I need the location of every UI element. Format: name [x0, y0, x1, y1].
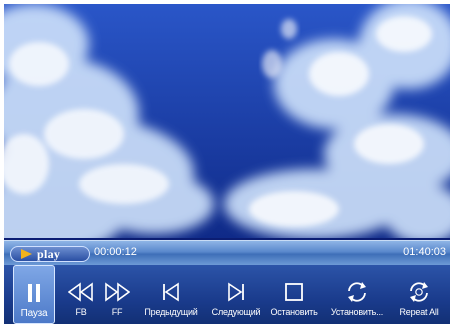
control-bar: Пауза FB FF Предыдущий Следующий Останов… — [4, 265, 450, 324]
next-label: Следующий — [211, 307, 261, 317]
repeat-icon — [410, 282, 428, 302]
fast-forward-label: FF — [111, 307, 123, 317]
media-player: play 00:00:12 01:40:03 Пауза FB FF Преды… — [4, 4, 450, 324]
skip-previous-icon — [163, 282, 179, 302]
rewind-icon — [68, 282, 93, 302]
fast-forward-icon — [105, 282, 130, 302]
skip-next-icon — [228, 282, 244, 302]
setup-label: Установить... — [330, 307, 384, 317]
repeat-label: Repeat All — [399, 307, 439, 317]
playback-state-label: play — [37, 246, 61, 261]
previous-label: Предыдущий — [144, 307, 198, 317]
stop-label: Остановить — [270, 307, 318, 317]
next-button[interactable]: Следующий — [211, 265, 261, 324]
rewind-label: FB — [75, 307, 87, 317]
pause-label: Пауза — [20, 308, 48, 319]
rewind-button[interactable]: FB — [66, 265, 96, 324]
video-frame — [4, 4, 450, 238]
progress-bar[interactable]: play 00:00:12 01:40:03 — [4, 240, 450, 266]
stop-icon — [285, 283, 303, 301]
repeat-button[interactable]: Repeat All — [393, 265, 445, 324]
fast-forward-button[interactable]: FF — [102, 265, 132, 324]
previous-button[interactable]: Предыдущий — [137, 265, 205, 324]
pause-button[interactable]: Пауза — [13, 265, 55, 324]
playback-state-badge: play — [10, 246, 90, 262]
setup-button[interactable]: Установить... — [327, 265, 387, 324]
refresh-arrows-icon — [348, 282, 366, 302]
stop-button[interactable]: Остановить — [265, 265, 323, 324]
sky-clouds-image — [4, 4, 450, 238]
pause-icon — [28, 284, 40, 302]
total-time: 01:40:03 — [403, 246, 446, 258]
play-state-icon — [21, 249, 32, 259]
elapsed-time: 00:00:12 — [94, 246, 137, 258]
